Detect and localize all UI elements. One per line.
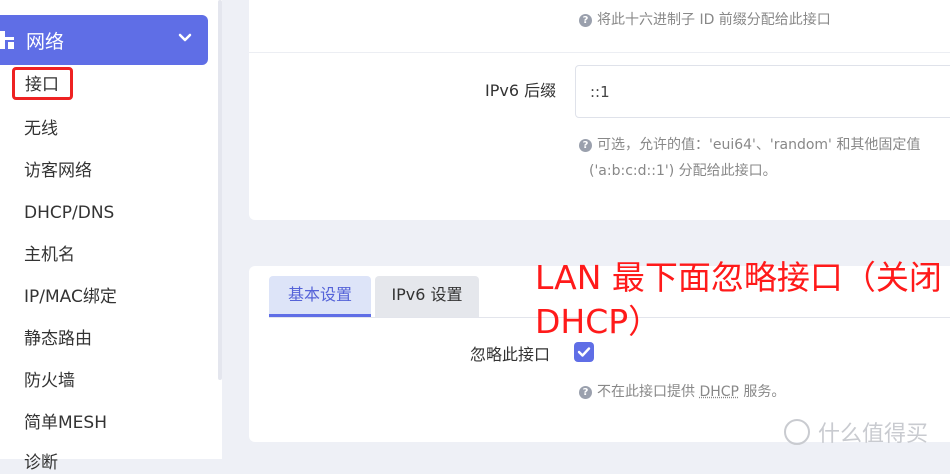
tab-ipv6-settings[interactable]: IPv6 设置 — [375, 276, 479, 317]
sidebar-item-diagnostics[interactable]: 诊断 — [24, 452, 58, 474]
check-icon — [577, 347, 591, 357]
annotation-line2: DHCP） — [535, 302, 662, 341]
ipv6-suffix-label: IPv6 后缀 — [485, 81, 557, 100]
suffix-hint-line2: ('a:b:c:d::1') 分配给此接口。 — [589, 163, 777, 179]
sidebar-item-firewall[interactable]: 防火墙 — [24, 370, 75, 392]
row-divider — [249, 52, 950, 53]
sidebar-scrollbar[interactable] — [218, 0, 222, 380]
chevron-down-icon[interactable] — [178, 31, 192, 45]
sidebar-item-hostnames[interactable]: 主机名 — [24, 244, 75, 266]
watermark: 什么值得买 — [784, 416, 928, 448]
sidebar-item-static-routes[interactable]: 静态路由 — [24, 328, 92, 350]
annotation-text: LAN 最下面忽略接口（关闭 DHCP） — [535, 256, 942, 344]
help-icon: ? — [579, 14, 592, 27]
ignore-interface-checkbox[interactable] — [574, 342, 594, 362]
network-icon — [0, 31, 14, 49]
sidebar-item-dhcp-dns[interactable]: DHCP/DNS — [24, 202, 114, 224]
tab-general-setup[interactable]: 基本设置 — [269, 276, 371, 317]
watermark-logo-icon — [784, 419, 810, 445]
sidebar: 网络 接口 无线 访客网络 DHCP/DNS 主机名 IP/MAC绑定 静态路由… — [0, 0, 222, 473]
ipv6-suffix-input[interactable] — [575, 65, 950, 118]
sidebar-item-guest-network[interactable]: 访客网络 — [24, 160, 92, 182]
suffix-hint: ? 可选，允许的值：'eui64'、'random' 和其他固定值 — [579, 134, 920, 156]
nav-group-network[interactable]: 网络 — [0, 15, 208, 65]
watermark-text: 什么值得买 — [818, 422, 929, 447]
prefix-hint: ? 将此十六进制子 ID 前缀分配给此接口 — [579, 9, 831, 31]
help-icon: ? — [579, 139, 592, 152]
annotation-line1: LAN 最下面忽略接口（关闭 — [535, 258, 942, 297]
help-icon: ? — [579, 386, 592, 399]
sidebar-item-wireless[interactable]: 无线 — [24, 118, 58, 140]
ignore-interface-label: 忽略此接口 — [470, 345, 551, 364]
dhcp-abbr[interactable]: DHCP — [699, 384, 739, 400]
sidebar-item-ip-mac-binding[interactable]: IP/MAC绑定 — [24, 286, 117, 308]
sidebar-item-simple-mesh[interactable]: 简单MESH — [24, 412, 107, 434]
ignore-interface-hint: ? 不在此接口提供 DHCP 服务。 — [579, 381, 785, 403]
nav-group-label: 网络 — [26, 30, 65, 53]
sidebar-item-interfaces[interactable]: 接口 — [12, 67, 73, 100]
